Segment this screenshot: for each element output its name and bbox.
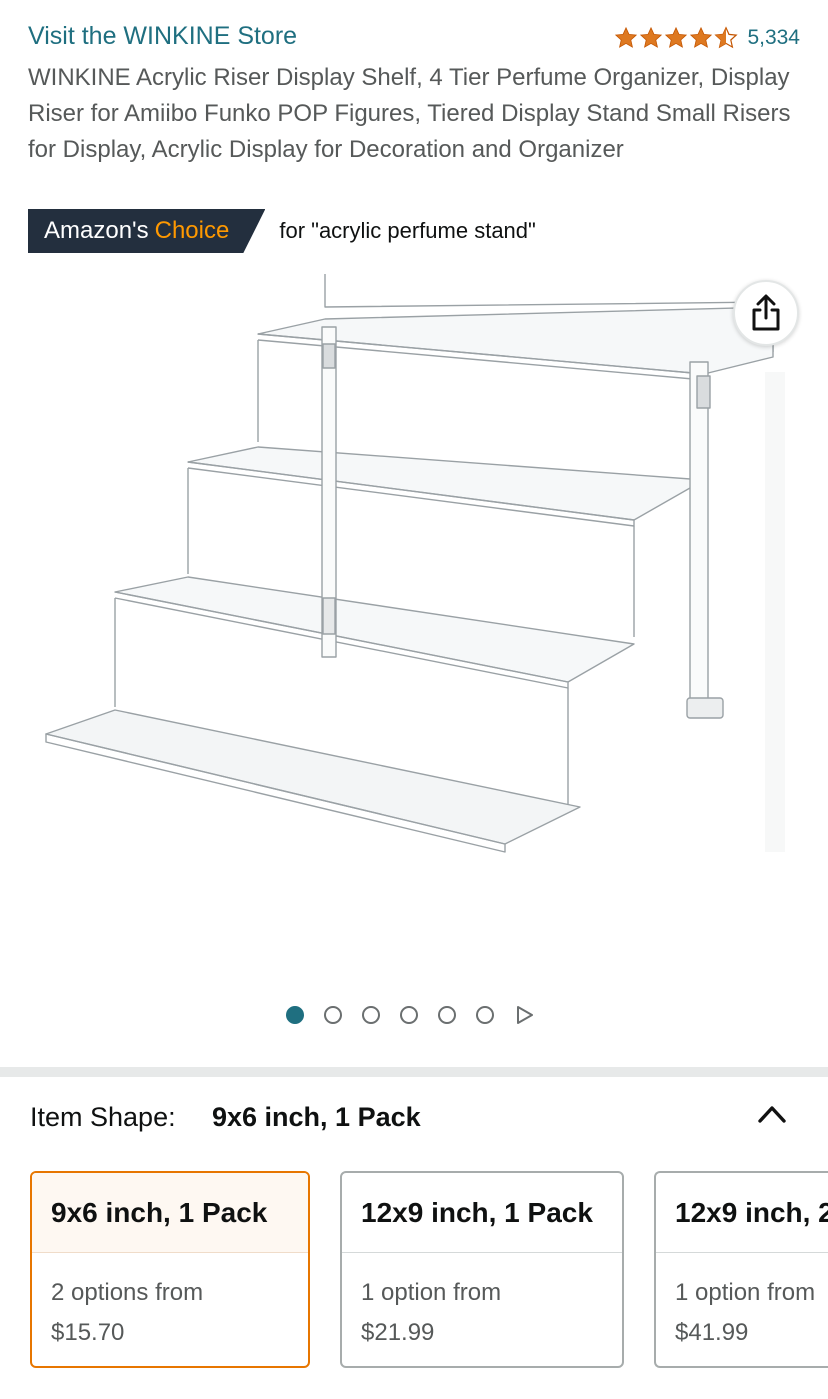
product-page: Visit the WINKINE Store 5,334 WINKINE Ac… xyxy=(0,0,828,1399)
star-rating xyxy=(614,26,739,50)
store-link[interactable]: Visit the WINKINE Store xyxy=(28,22,297,51)
shape-option-card[interactable]: 9x6 inch, 1 Pack 2 options from $15.70 xyxy=(30,1171,310,1368)
shape-option-name: 12x9 inch, 2 Pack xyxy=(656,1173,828,1253)
star-half-icon xyxy=(714,26,739,49)
shape-option-availability: 1 option from xyxy=(675,1279,816,1306)
shape-option-card[interactable]: 12x9 inch, 1 Pack 1 option from $21.99 xyxy=(340,1171,624,1368)
share-button[interactable] xyxy=(733,280,799,346)
amazons-choice-badge: Amazon's Choice xyxy=(28,209,265,253)
badge-prefix: Amazon's xyxy=(44,217,149,244)
carousel-dot[interactable] xyxy=(286,1006,304,1024)
carousel-dot[interactable] xyxy=(324,1006,342,1024)
shape-option-card[interactable]: 12x9 inch, 2 Pack 1 option from $41.99 xyxy=(654,1171,828,1368)
rating[interactable]: 5,334 xyxy=(614,26,800,50)
shape-option-name: 9x6 inch, 1 Pack xyxy=(32,1173,308,1253)
star-full-icon xyxy=(615,26,638,48)
section-divider xyxy=(0,1067,828,1077)
star-full-icon xyxy=(640,26,663,48)
star-full-icon xyxy=(665,26,688,48)
share-icon xyxy=(752,294,780,331)
carousel-dot[interactable] xyxy=(438,1006,456,1024)
shape-option-name: 12x9 inch, 1 Pack xyxy=(342,1173,622,1253)
amazons-choice-row: Amazon's Choice for "acrylic perfume stan… xyxy=(28,209,536,253)
carousel-dot[interactable] xyxy=(400,1006,418,1024)
chevron-up-icon[interactable] xyxy=(752,1097,792,1129)
shape-option-price: $21.99 xyxy=(361,1319,435,1346)
carousel-dot[interactable] xyxy=(476,1006,494,1024)
badge-choice-word: Choice xyxy=(154,217,230,244)
carousel-dot[interactable] xyxy=(362,1006,380,1024)
shape-option-price: $41.99 xyxy=(675,1319,749,1346)
shape-option-availability: 1 option from xyxy=(361,1279,502,1306)
rating-count[interactable]: 5,334 xyxy=(747,26,800,50)
badge-keyword: for "acrylic perfume stand" xyxy=(279,218,536,243)
play-next-icon[interactable] xyxy=(514,1005,534,1025)
product-image[interactable] xyxy=(40,262,800,862)
product-title: WINKINE Acrylic Riser Display Shelf, 4 T… xyxy=(28,64,791,163)
item-shape-selected-value: 9x6 inch, 1 Pack xyxy=(212,1102,421,1132)
star-full-icon xyxy=(690,26,713,48)
item-shape-label: Item Shape: xyxy=(30,1102,176,1132)
shape-option-price: $15.70 xyxy=(51,1319,125,1346)
carousel-dots xyxy=(286,1005,534,1025)
shape-option-availability: 2 options from xyxy=(51,1279,204,1306)
